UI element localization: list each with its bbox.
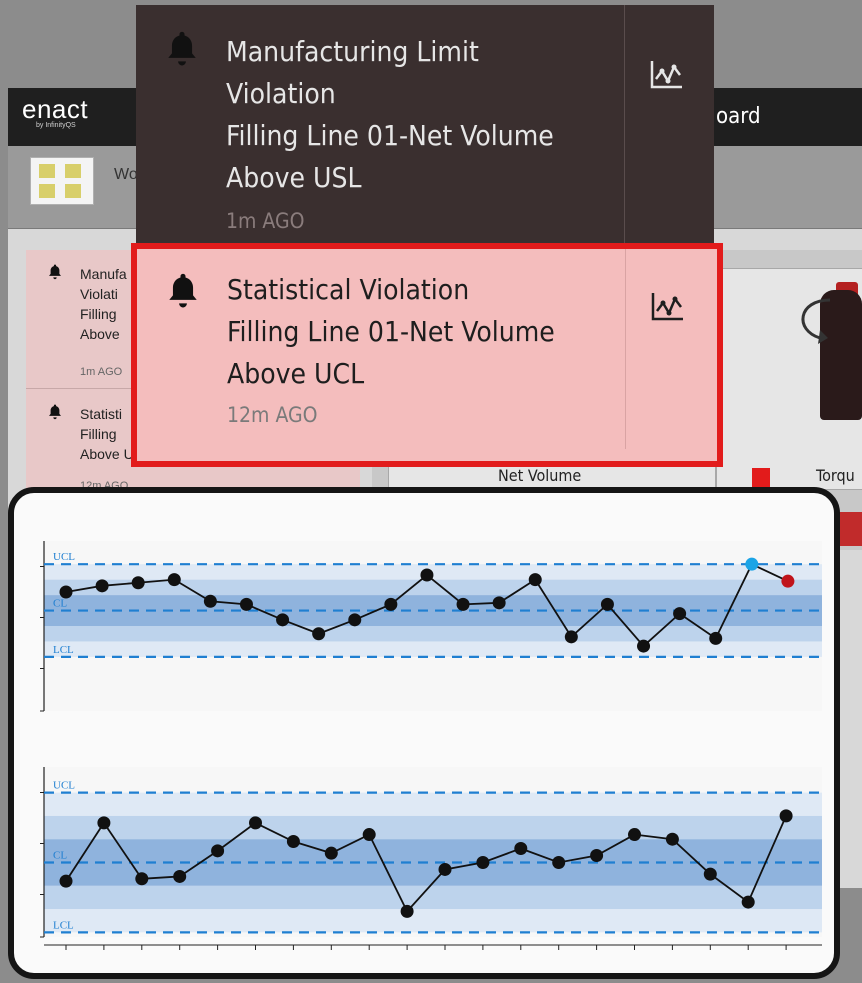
notification-line: Statistical Violation [227, 273, 470, 306]
data-point [781, 574, 795, 588]
logo-text: enact [22, 94, 89, 124]
data-point [528, 573, 542, 587]
bell-icon [49, 264, 61, 280]
control-chart-callout: UCL CL LCL UCL CL LCL [8, 487, 840, 979]
data-point [249, 816, 262, 830]
data-point [665, 832, 679, 846]
data-point [420, 568, 434, 582]
data-point [59, 874, 73, 888]
notification-line: Filling Line 01-Net Volume [227, 315, 555, 348]
control-limit-label: CL [53, 849, 67, 861]
note-shape [65, 184, 81, 198]
data-point [637, 639, 651, 653]
divider [625, 249, 626, 449]
data-point [135, 872, 149, 886]
list-item-line: Manufa [80, 266, 127, 282]
data-point [239, 597, 253, 611]
control-limit-label: CL [53, 598, 67, 610]
notification-item-active[interactable]: Statistical Violation Filling Line 01-Ne… [131, 243, 723, 467]
list-item-line: Above [80, 326, 120, 342]
zone-c [44, 595, 822, 626]
list-item-lines[interactable]: Manufa Violati Filling Above [80, 264, 127, 344]
sticky-notes-icon[interactable] [30, 157, 94, 205]
zone-c [44, 839, 822, 886]
notification-time: 12m AGO [227, 403, 318, 427]
notification-item[interactable]: Statistical Violation Filling Line 01-Ne… [137, 249, 715, 449]
note-shape [39, 184, 55, 198]
notification-line: Above UCL [227, 357, 365, 390]
data-point [779, 809, 793, 823]
data-point [362, 828, 376, 842]
data-point [741, 895, 755, 909]
data-point [286, 835, 300, 849]
control-limit-label: UCL [53, 780, 75, 792]
dashboard-title: oard [716, 104, 761, 129]
zone-b-lower [44, 626, 822, 642]
data-point [673, 607, 687, 621]
data-point [97, 816, 111, 830]
line-chart-icon[interactable] [647, 287, 687, 327]
data-point [600, 597, 614, 611]
notification-text: Manufacturing Limit Violation Filling Li… [226, 31, 554, 199]
data-point [59, 585, 73, 599]
control-limit-label: UCL [53, 551, 75, 563]
app-logo[interactable]: enact by InfinityQS [22, 96, 88, 130]
notification-line: Violation [226, 77, 336, 110]
notification-line: Above USL [226, 161, 362, 194]
data-point [492, 596, 506, 610]
data-point [203, 594, 217, 608]
data-point [745, 557, 759, 571]
data-point [312, 627, 326, 641]
control-limit-label: LCL [53, 644, 74, 656]
note-shape [39, 164, 55, 178]
zone-b-lower [44, 885, 822, 910]
notification-time: 1m AGO [226, 209, 305, 233]
data-point [348, 613, 362, 627]
zone-a-upper [44, 792, 822, 816]
data-point [456, 597, 470, 611]
data-point [438, 862, 452, 876]
notification-item[interactable]: Manufacturing Limit Violation Filling Li… [136, 5, 714, 243]
data-point [514, 842, 528, 856]
notification-line: Manufacturing Limit [226, 35, 479, 68]
data-point [590, 848, 604, 862]
data-point [131, 576, 145, 590]
zone-b-upper [44, 579, 822, 596]
data-point [173, 869, 187, 883]
data-point [324, 846, 338, 860]
data-point [400, 904, 414, 918]
toolbar-label: Wo [114, 166, 138, 183]
data-point [476, 855, 490, 869]
data-point [211, 844, 225, 858]
data-point [703, 867, 717, 881]
list-item-line: Filling [80, 306, 117, 322]
data-point [384, 597, 398, 611]
screenshot-stage: enact by InfinityQS oard Wo Manufa Viola… [0, 0, 862, 983]
data-point [709, 631, 723, 645]
list-item-line: Violati [80, 286, 118, 302]
divider [624, 5, 625, 243]
bell-icon [169, 273, 197, 308]
bell-icon [168, 31, 196, 66]
control-limit-label: LCL [53, 919, 74, 931]
zone-a-lower [44, 641, 822, 657]
notification-text: Statistical Violation Filling Line 01-Ne… [227, 269, 555, 395]
net-volume-label: Net Volume [498, 466, 582, 485]
data-point [564, 630, 578, 644]
data-point [552, 855, 566, 869]
data-point [628, 828, 641, 842]
torque-label: Torqu [816, 466, 855, 485]
bell-icon [49, 404, 61, 420]
list-item-time: 1m AGO [80, 366, 123, 378]
zone-a-lower [44, 909, 822, 933]
notification-line: Filling Line 01-Net Volume [226, 119, 554, 152]
data-point [167, 573, 181, 587]
data-point [276, 613, 290, 627]
data-point [95, 579, 109, 593]
note-shape [65, 164, 81, 178]
line-chart-icon[interactable] [646, 55, 686, 95]
control-charts-svg: UCL CL LCL UCL CL LCL [40, 541, 822, 950]
rotate-icon [801, 298, 831, 344]
zone-b-upper [44, 815, 822, 840]
